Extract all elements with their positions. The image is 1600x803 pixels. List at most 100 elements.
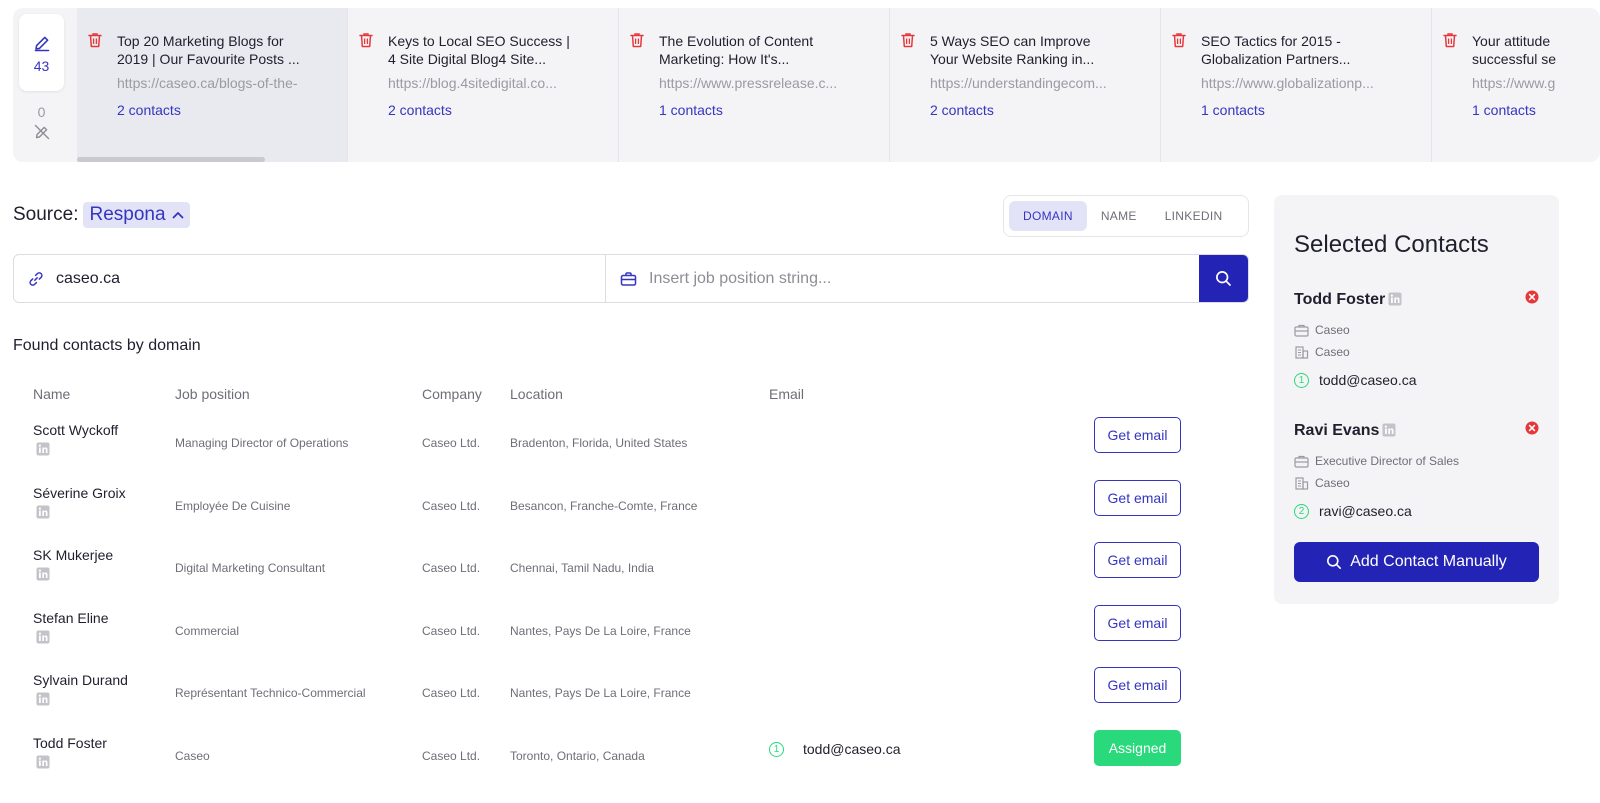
- found-contacts-heading: Found contacts by domain: [13, 337, 201, 354]
- active-counter[interactable]: 43: [19, 14, 64, 91]
- linkedin-icon[interactable]: [36, 442, 50, 456]
- location: Besancon, Franche-Comte, France: [510, 498, 698, 513]
- get-email-button[interactable]: Get email: [1094, 542, 1181, 579]
- source-dropdown[interactable]: Respona: [83, 202, 190, 228]
- page-title: Keys to Local SEO Success | 4 Site Digit…: [388, 33, 570, 67]
- contact-name: SK Mukerjee: [33, 547, 114, 564]
- trash-icon[interactable]: [88, 32, 102, 48]
- location: Nantes, Pays De La Loire, France: [510, 686, 691, 701]
- search-bar: [13, 254, 1249, 303]
- company: Caseo Ltd.: [422, 498, 481, 513]
- table-row: Todd Foster Caseo Caseo Ltd. Toronto, Ontar…: [0, 730, 1250, 797]
- linkedin-icon[interactable]: [36, 567, 50, 581]
- page-url[interactable]: https://www.globalizationp...: [1201, 75, 1411, 91]
- remove-icon[interactable]: [1525, 421, 1539, 435]
- tab-linkedin[interactable]: LINKEDIN: [1151, 201, 1237, 231]
- counter-column: 43 0: [13, 8, 70, 162]
- page-url[interactable]: https://blog.4sitedigital.co...: [388, 75, 598, 91]
- location: Nantes, Pays De La Loire, France: [510, 623, 691, 638]
- email-address: todd@caseo.ca: [803, 741, 901, 757]
- inactive-count: 0: [37, 104, 46, 120]
- location: Toronto, Ontario, Canada: [510, 749, 645, 763]
- page-contacts-count[interactable]: 2 contacts: [388, 102, 598, 118]
- linkedin-icon[interactable]: [1388, 292, 1402, 306]
- search-button[interactable]: [1199, 255, 1248, 302]
- briefcase-icon: [1294, 455, 1309, 468]
- tab-name[interactable]: NAME: [1087, 201, 1151, 231]
- contact-name: Scott Wyckoff: [33, 422, 119, 438]
- table-row: Scott Wyckoff Managing Director of Operat…: [0, 417, 1250, 484]
- source-row: Source: Respona: [13, 202, 190, 228]
- page-contacts-count[interactable]: 2 contacts: [930, 102, 1140, 118]
- horizontal-scrollbar[interactable]: [77, 157, 265, 162]
- page-card[interactable]: Keys to Local SEO Success | 4 Site Digit…: [348, 8, 619, 162]
- page-card[interactable]: 5 Ways SEO can Improve Your Website Rank…: [890, 8, 1161, 162]
- linkedin-icon[interactable]: [36, 692, 50, 706]
- add-contact-label: Add Contact Manually: [1350, 553, 1507, 570]
- page-contacts-count[interactable]: 1 contacts: [1472, 102, 1600, 118]
- trash-icon[interactable]: [359, 32, 373, 48]
- get-email-button[interactable]: Get email: [1094, 479, 1181, 516]
- selected-contact-name: Ravi Evans: [1294, 421, 1380, 439]
- linkedin-icon[interactable]: [36, 630, 50, 644]
- company: Caseo Ltd.: [422, 686, 481, 701]
- company: Caseo Ltd.: [422, 436, 481, 450]
- contact-name: Stefan Eline: [33, 609, 109, 626]
- linkedin-icon[interactable]: [36, 755, 50, 769]
- source-value: Respona: [89, 204, 166, 225]
- trash-icon[interactable]: [1443, 32, 1457, 48]
- page-contacts-count[interactable]: 2 contacts: [117, 102, 327, 118]
- page-card[interactable]: SEO Tactics for 2015 - Globalization Par…: [1161, 8, 1432, 162]
- get-email-button[interactable]: Get email: [1094, 667, 1181, 704]
- linkedin-icon[interactable]: [36, 505, 50, 519]
- job-position: Employée De Cuisine: [175, 498, 291, 513]
- email-index-badge: 1: [1294, 372, 1309, 388]
- page-title: The Evolution of Content Marketing: How …: [659, 33, 814, 67]
- table-row: Séverine Groix Employée De Cuisine Caseo L…: [0, 479, 1250, 547]
- selected-contact-company: Caseo: [1315, 476, 1350, 490]
- page-contacts-count[interactable]: 1 contacts: [1201, 102, 1411, 118]
- location: Bradenton, Florida, United States: [510, 436, 688, 450]
- page-card[interactable]: Top 20 Marketing Blogs for 2019 | Our Fa…: [77, 8, 348, 162]
- inactive-counter[interactable]: 0: [19, 104, 64, 140]
- selected-contact: Ravi Evans Executive Director of Sales Cas…: [1294, 419, 1539, 519]
- email-index-badge: 2: [1294, 503, 1309, 519]
- trash-icon[interactable]: [630, 32, 644, 48]
- page-card[interactable]: Your attitude successful se https://www.g…: [1432, 8, 1600, 162]
- job-position: Représentant Technico-Commercial: [175, 686, 366, 701]
- get-email-button[interactable]: Get email: [1094, 417, 1181, 453]
- add-contact-manually-button[interactable]: Add Contact Manually: [1294, 542, 1539, 582]
- contact-name: Sylvain Durand: [33, 672, 128, 689]
- job-field-wrap: [606, 255, 1199, 302]
- location: Chennai, Tamil Nadu, India: [510, 561, 654, 576]
- linkedin-icon[interactable]: [1382, 423, 1396, 437]
- trash-icon[interactable]: [1172, 32, 1186, 48]
- page-url[interactable]: https://www.g: [1472, 75, 1600, 91]
- trash-icon[interactable]: [901, 32, 915, 48]
- page-title: Top 20 Marketing Blogs for 2019 | Our Fa…: [117, 33, 300, 67]
- search-mode-tabs: DOMAIN NAME LINKEDIN: [1003, 195, 1249, 237]
- domain-input[interactable]: [56, 269, 536, 288]
- selected-contact: Todd Foster Caseo Caseo 1 todd@caseo.ca: [1294, 288, 1539, 388]
- header-name: Name: [33, 386, 71, 402]
- page-title: 5 Ways SEO can Improve Your Website Rank…: [930, 33, 1095, 67]
- page-url[interactable]: https://caseo.ca/blogs-of-the-: [117, 75, 327, 91]
- page-contacts-count[interactable]: 1 contacts: [659, 102, 869, 118]
- briefcase-icon: [620, 271, 637, 286]
- get-email-button[interactable]: Get email: [1094, 604, 1181, 641]
- assigned-badge[interactable]: Assigned: [1094, 730, 1181, 766]
- company: Caseo Ltd.: [422, 623, 481, 638]
- page-url[interactable]: https://www.pressrelease.c...: [659, 75, 869, 91]
- company: Caseo Ltd.: [422, 749, 481, 763]
- selected-contact-company: Caseo: [1315, 345, 1350, 359]
- remove-icon[interactable]: [1525, 290, 1539, 304]
- page-card[interactable]: The Evolution of Content Marketing: How …: [619, 8, 890, 162]
- page-url[interactable]: https://understandingecom...: [930, 75, 1140, 91]
- table-row: Stefan Eline Commercial Caseo Ltd. Nantes, …: [0, 604, 1250, 672]
- chevron-up-icon: [172, 212, 183, 219]
- tab-domain[interactable]: DOMAIN: [1009, 201, 1087, 231]
- job-position-input[interactable]: [649, 269, 1129, 288]
- job-position: Caseo: [175, 749, 210, 763]
- search-icon: [1327, 555, 1342, 569]
- contact-name: Séverine Groix: [33, 484, 126, 501]
